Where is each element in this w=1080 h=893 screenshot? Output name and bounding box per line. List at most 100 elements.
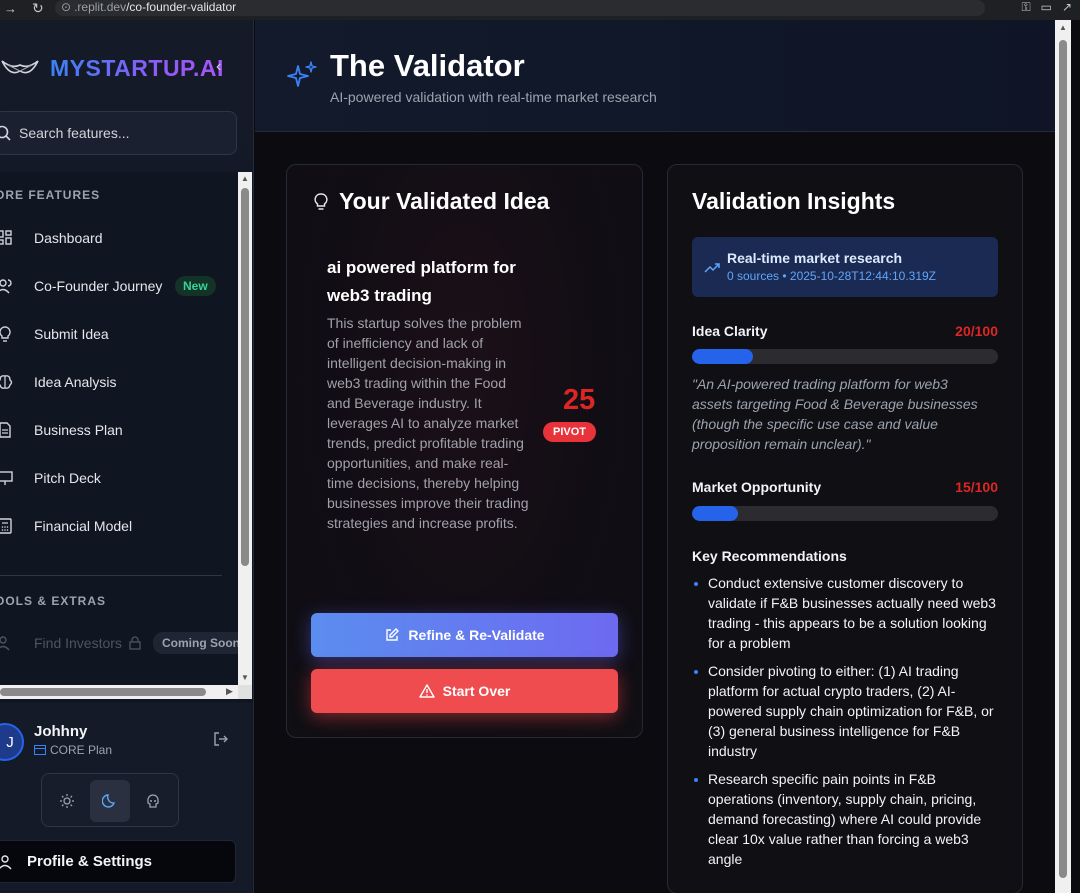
site-info-icon[interactable]: ⊙ [61, 0, 71, 14]
theme-switcher [41, 773, 179, 827]
lightbulb-icon [314, 193, 328, 210]
new-badge: New [175, 276, 216, 296]
scrollbar-corner [238, 685, 252, 699]
sidebar-item-label: Submit Idea [34, 326, 109, 342]
plan-label: CORE Plan [50, 743, 113, 757]
scroll-up-arrow-icon[interactable]: ▲ [1059, 23, 1067, 32]
sidebar-item-financial-model[interactable]: Financial Model [0, 506, 236, 546]
main-content: The Validator AI-powered validation with… [255, 20, 1055, 893]
theme-other-button[interactable] [133, 780, 173, 822]
nav-scroll-area[interactable]: ORE FEATURES Dashboard Co-Founder Journe… [0, 172, 252, 702]
brain-icon [0, 375, 13, 389]
card-title: Validation Insights [692, 188, 896, 214]
clarity-quote: "An AI-powered trading platform for web3… [692, 376, 978, 452]
search-input[interactable] [19, 125, 219, 141]
recommendations-title: Key Recommendations [692, 548, 847, 564]
refine-revalidate-button[interactable]: Refine & Re-Validate [311, 613, 618, 657]
search-icon [0, 125, 11, 141]
devices-icon[interactable]: ▭ [1041, 0, 1052, 15]
start-over-label: Start Over [442, 683, 511, 699]
avatar[interactable]: J [0, 723, 24, 761]
clarity-score: 20/100 [955, 323, 998, 339]
reload-icon[interactable]: ↻ [32, 0, 44, 17]
page-header: The Validator AI-powered validation with… [255, 20, 1055, 132]
sidebar-item-dashboard[interactable]: Dashboard [0, 218, 236, 258]
user-plan: CORE Plan [34, 743, 112, 757]
window-edge [1071, 20, 1080, 893]
users-icon [0, 279, 12, 294]
sidebar-item-label: Idea Analysis [34, 374, 117, 390]
recommendations-list: Conduct extensive customer discovery to … [692, 573, 1002, 877]
scroll-thumb[interactable] [241, 188, 249, 566]
page-vertical-scrollbar[interactable]: ▲ [1055, 20, 1071, 893]
scroll-thumb[interactable] [0, 688, 206, 696]
user-icon [0, 854, 12, 869]
open-external-icon[interactable]: ↗ [1062, 0, 1072, 15]
document-icon [0, 422, 11, 438]
edit-icon [386, 628, 400, 641]
validated-idea-card: Your Validated Idea ai powered platform … [286, 164, 643, 738]
sparkles-icon [287, 61, 317, 87]
scroll-down-arrow-icon[interactable]: ▼ [241, 673, 249, 682]
clarity-label: Idea Clarity [692, 323, 768, 339]
skull-icon [147, 794, 159, 808]
sidebar-item-label: Find Investors [34, 635, 122, 651]
refine-label: Refine & Re-Validate [408, 627, 545, 643]
verdict-badge: PIVOT [543, 422, 597, 442]
profile-settings-button[interactable]: Profile & Settings [0, 840, 236, 883]
research-title: Real-time market research [727, 250, 903, 266]
scroll-thumb[interactable] [1059, 40, 1067, 878]
page-title: The Validator [330, 48, 525, 83]
card-title: Your Validated Idea [339, 188, 550, 214]
user-name: Johhny [34, 723, 88, 740]
section-label-core: ORE FEATURES [0, 188, 101, 202]
sidebar-item-idea-analysis[interactable]: Idea Analysis [0, 362, 236, 402]
logo-icon [1, 60, 39, 74]
key-icon[interactable]: ⚿ [1021, 0, 1030, 15]
sidebar-item-co-founder-journey[interactable]: Co-Founder Journey New [0, 266, 236, 306]
clarity-progress-fill [692, 349, 754, 364]
sidebar-item-label: Business Plan [34, 422, 123, 438]
users-icon [0, 636, 10, 651]
scroll-right-arrow-icon[interactable]: ▶ [226, 686, 233, 697]
lock-icon [129, 636, 141, 650]
idea-description: This startup solves the problem of ineff… [327, 315, 529, 531]
sun-icon [60, 794, 74, 808]
collapse-sidebar-button[interactable]: ‹ [216, 58, 221, 76]
forward-arrow-icon[interactable]: → [4, 1, 17, 16]
sidebar-item-label: Financial Model [34, 518, 133, 534]
feature-search[interactable] [0, 111, 237, 155]
presentation-icon [0, 471, 13, 485]
validation-score: 25 [563, 384, 596, 416]
grid-icon [0, 230, 12, 245]
sidebar-vertical-scrollbar[interactable]: ▲ ▼ [238, 172, 252, 685]
idea-title: ai powered platform for web3 trading [327, 258, 516, 305]
theme-dark-button[interactable] [90, 780, 130, 822]
sidebar-item-pitch-deck[interactable]: Pitch Deck [0, 458, 236, 498]
sidebar-item-submit-idea[interactable]: Submit Idea [0, 314, 236, 354]
logout-icon[interactable] [212, 730, 230, 748]
sidebar-divider [0, 575, 222, 576]
sidebar-item-label: Pitch Deck [34, 470, 101, 486]
market-progress-bar [692, 506, 998, 521]
moon-icon [102, 794, 116, 808]
page-subtitle: AI-powered validation with real-time mar… [330, 89, 657, 105]
market-label: Market Opportunity [692, 479, 822, 495]
coming-soon-badge: Coming Soon [153, 632, 249, 654]
clarity-progress-bar [692, 349, 998, 364]
scroll-up-arrow-icon[interactable]: ▲ [241, 174, 249, 183]
research-meta: 0 sources • 2025-10-28T12:44:10.319Z [727, 269, 937, 283]
sidebar-horizontal-scrollbar[interactable]: ▶ [0, 685, 238, 699]
start-over-button[interactable]: Start Over [311, 669, 618, 713]
theme-light-button[interactable] [47, 780, 87, 822]
address-bar[interactable]: ⊙ .replit.dev/co-founder-validator [55, 0, 985, 16]
market-score: 15/100 [955, 479, 998, 495]
list-item: Research specific pain points in F&B ope… [692, 769, 1002, 869]
sidebar-item-label: Co-Founder Journey [34, 278, 163, 294]
browser-toolbar: → ↻ ⊙ .replit.dev/co-founder-validator ⚿ … [0, 0, 1080, 20]
sidebar: MYSTARTUP.AI ‹ ORE FEATURES Dashboard Co… [0, 20, 254, 893]
brand-name: MYSTARTUP.AI [50, 55, 224, 81]
sidebar-item-business-plan[interactable]: Business Plan [0, 410, 236, 450]
trending-up-icon [704, 263, 720, 273]
calculator-icon [0, 518, 12, 534]
